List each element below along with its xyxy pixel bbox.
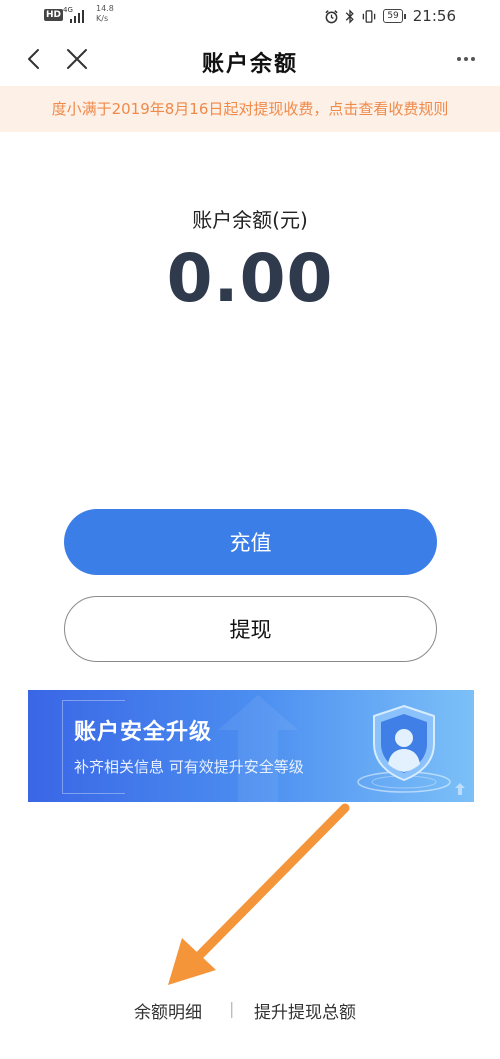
more-icon[interactable] bbox=[454, 47, 478, 71]
security-upgrade-banner[interactable]: 账户安全升级 补齐相关信息 可有效提升安全等级 bbox=[28, 690, 474, 802]
shield-user-icon bbox=[357, 704, 451, 793]
withdraw-button[interactable]: 提现 bbox=[64, 596, 437, 662]
raise-withdraw-limit-link[interactable]: 提升提现总额 bbox=[254, 998, 356, 1023]
balance-amount: 0.00 bbox=[166, 240, 334, 317]
banner-bg-arrows bbox=[218, 695, 298, 802]
recharge-button-label: 充值 bbox=[229, 531, 272, 555]
balance-label: 账户余额(元) bbox=[192, 208, 308, 232]
network-speed-value: 14.8 bbox=[96, 4, 114, 13]
recharge-button[interactable]: 充值 bbox=[64, 509, 437, 575]
link-separator: | bbox=[229, 999, 235, 1018]
page-title: 账户余额 bbox=[201, 51, 298, 77]
balance-detail-link[interactable]: 余额明细 bbox=[134, 998, 202, 1023]
clock: 21:56 bbox=[412, 7, 456, 25]
bluetooth-icon bbox=[346, 8, 355, 24]
banner-subtitle: 补齐相关信息 可有效提升安全等级 bbox=[74, 758, 304, 776]
alarm-icon bbox=[325, 9, 338, 23]
hd-badge: HD bbox=[44, 9, 64, 21]
network-speed-unit: K/s bbox=[96, 14, 109, 23]
annotation-arrow bbox=[168, 803, 350, 985]
nav-bar: 账户余额 bbox=[0, 34, 500, 86]
banner-title: 账户安全升级 bbox=[74, 720, 213, 745]
account-balance-page: HD 4G 14.8 K/s 59 21:56 账户余额 度小满于2019年8月… bbox=[0, 0, 500, 1059]
withdraw-button-label: 提现 bbox=[229, 618, 272, 642]
fee-notice-banner[interactable]: 度小满于2019年8月16日起对提现收费，点击查看收费规则 bbox=[0, 86, 500, 132]
up-arrow-icon bbox=[455, 783, 465, 795]
network-speed: 14.8 K/s bbox=[96, 4, 114, 24]
vibrate-icon bbox=[363, 9, 376, 23]
status-bar: HD 4G 14.8 K/s 59 21:56 bbox=[0, 0, 500, 34]
signal-icon bbox=[70, 9, 84, 23]
status-right: 59 21:56 bbox=[324, 7, 456, 25]
battery-icon: 59 bbox=[383, 9, 407, 23]
